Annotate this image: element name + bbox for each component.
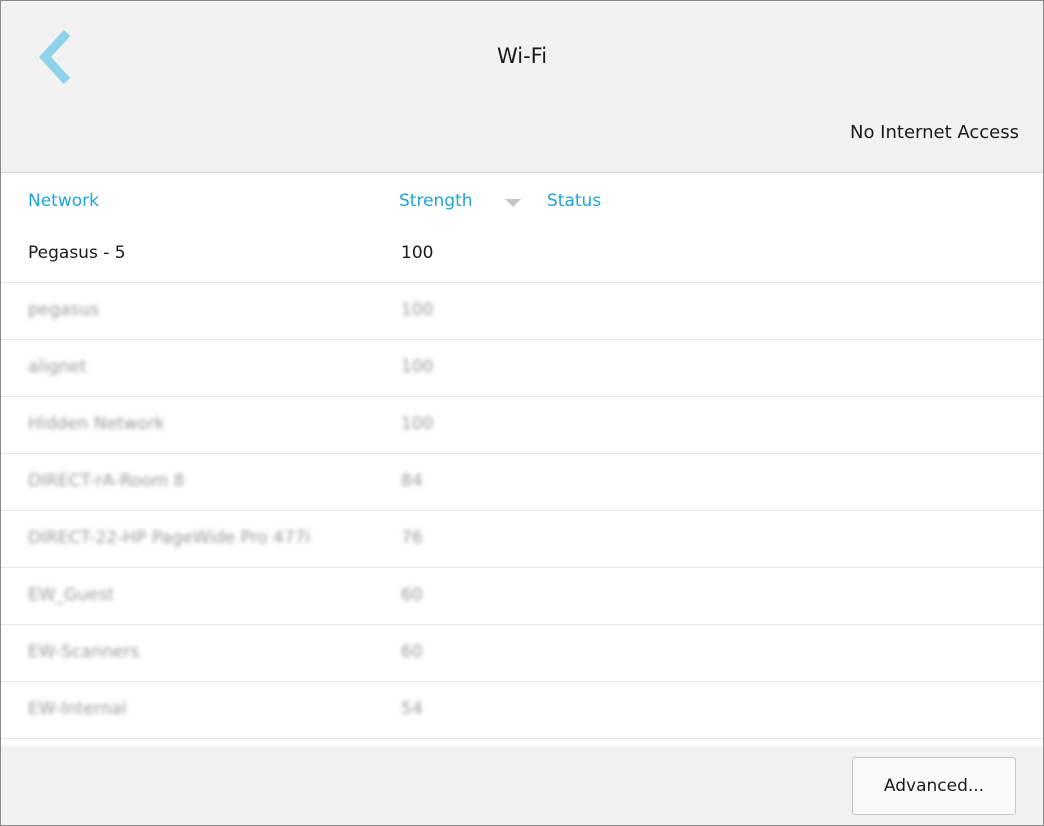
column-header-strength[interactable]: Strength [399, 191, 473, 211]
network-name: Pegasus - 5 [28, 243, 126, 263]
network-row[interactable]: Hidden Network 100 [1, 397, 1043, 454]
network-strength: 60 [401, 642, 423, 662]
network-name: EW-Scanners [28, 642, 140, 662]
page-title: Wi-Fi [496, 44, 548, 68]
network-name: DIRECT-rA-Room 8 [28, 471, 185, 491]
network-name: pegasus [28, 300, 99, 320]
header-bar: Wi-Fi No Internet Access [1, 1, 1043, 173]
network-strength: 100 [401, 300, 434, 320]
network-strength: 54 [401, 699, 423, 719]
network-strength: 84 [401, 471, 423, 491]
network-name: Hidden Network [28, 414, 165, 434]
network-list: Pegasus - 5 100 pegasus 100 alignet 100 … [1, 226, 1043, 739]
network-name: DIRECT-22-HP PageWide Pro 477i [28, 528, 311, 548]
network-strength: 76 [401, 528, 423, 548]
sort-descending-icon[interactable] [505, 199, 521, 207]
network-strength: 60 [401, 585, 423, 605]
network-name: EW-Internal [28, 699, 127, 719]
footer-bar: Advanced... [1, 746, 1043, 825]
network-row[interactable]: EW-Scanners 60 [1, 625, 1043, 682]
advanced-button[interactable]: Advanced... [852, 757, 1016, 815]
network-row[interactable]: alignet 100 [1, 340, 1043, 397]
network-name: alignet [28, 357, 87, 377]
network-row[interactable]: pegasus 100 [1, 283, 1043, 340]
connection-status: No Internet Access [849, 122, 1019, 143]
network-strength: 100 [401, 357, 434, 377]
network-strength: 100 [401, 243, 434, 263]
network-row[interactable]: EW-Internal 54 [1, 682, 1043, 739]
network-row[interactable]: EW_Guest 60 [1, 568, 1043, 625]
wifi-settings-window: Wi-Fi No Internet Access Network Strengt… [0, 0, 1044, 826]
column-header-network[interactable]: Network [28, 191, 99, 211]
network-row[interactable]: DIRECT-22-HP PageWide Pro 477i 76 [1, 511, 1043, 568]
network-row[interactable]: Pegasus - 5 100 [1, 226, 1043, 283]
network-row[interactable]: DIRECT-rA-Room 8 84 [1, 454, 1043, 511]
network-name: EW_Guest [28, 585, 114, 605]
column-header-status[interactable]: Status [547, 191, 601, 211]
network-strength: 100 [401, 414, 434, 434]
